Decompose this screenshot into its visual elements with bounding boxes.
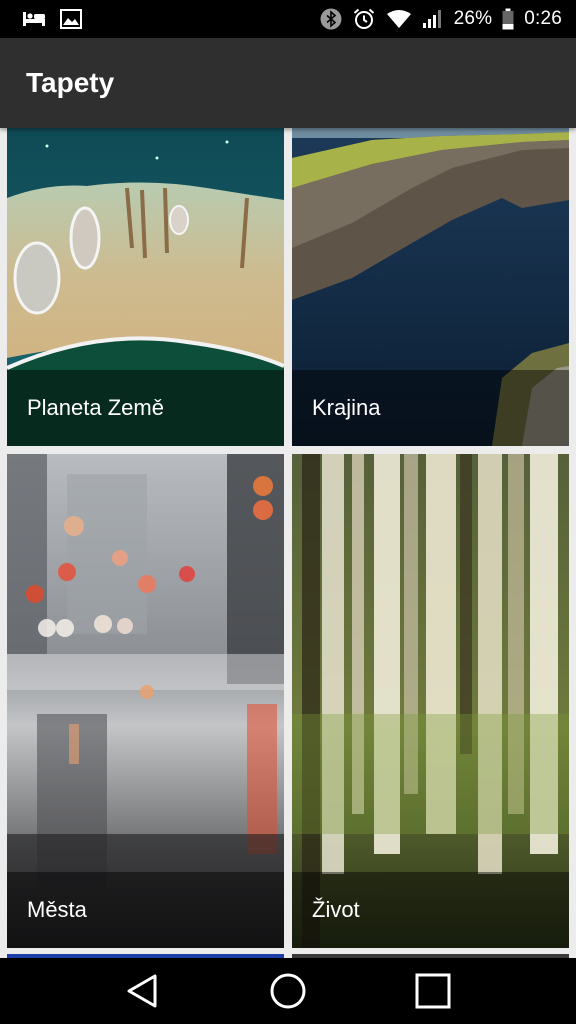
back-button[interactable] (113, 961, 173, 1021)
recents-icon (415, 973, 451, 1009)
bed-icon (22, 10, 46, 28)
category-tile-krajina[interactable]: Krajina (292, 128, 569, 446)
category-label: Města (7, 872, 284, 948)
battery-icon (502, 8, 514, 30)
back-icon (127, 974, 157, 1008)
bluetooth-icon (320, 8, 342, 30)
category-label: Planeta Země (7, 370, 284, 446)
clock: 0:26 (524, 8, 562, 29)
status-right: 26% 0:26 (320, 7, 562, 31)
category-label: Život (292, 872, 569, 948)
battery-percent: 26% (453, 8, 493, 29)
wifi-icon (386, 9, 412, 29)
image-icon (60, 9, 82, 29)
signal-icon (422, 9, 444, 29)
home-icon (270, 973, 306, 1009)
alarm-icon (352, 7, 376, 31)
category-tile-zivot[interactable]: Život (292, 454, 569, 948)
status-left (22, 9, 82, 29)
category-tile-planeta-zeme[interactable]: Planeta Země (7, 128, 284, 446)
status-bar: 26% 0:26 (0, 0, 576, 38)
category-label: Krajina (292, 370, 569, 446)
page-title: Tapety (26, 67, 115, 98)
wallpaper-category-grid: Planeta Země Krajina Města Život (0, 128, 576, 958)
navigation-bar (0, 958, 576, 1024)
category-tile-mesta[interactable]: Města (7, 454, 284, 948)
home-button[interactable] (258, 961, 318, 1021)
recents-button[interactable] (403, 961, 463, 1021)
app-toolbar: Tapety (0, 38, 576, 128)
